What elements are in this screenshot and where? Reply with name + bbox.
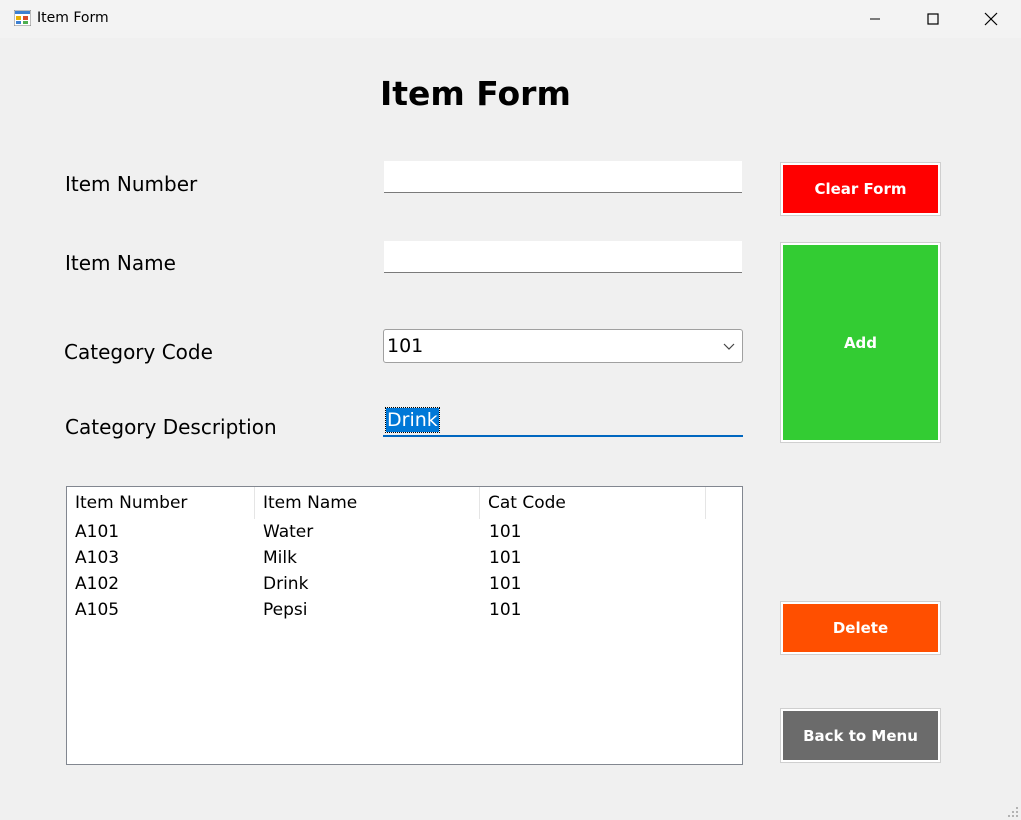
maximize-button[interactable] xyxy=(904,0,962,38)
page-title: Item Form xyxy=(380,74,571,113)
table-row[interactable]: A105 Pepsi 101 xyxy=(67,597,742,623)
cell-cat-code: 101 xyxy=(489,548,522,568)
table-row[interactable]: A103 Milk 101 xyxy=(67,545,742,571)
cell-cat-code: 101 xyxy=(489,574,522,594)
window-title: Item Form xyxy=(37,10,109,26)
cell-item-name: Pepsi xyxy=(263,600,308,620)
item-name-label: Item Name xyxy=(65,251,176,275)
clear-form-button[interactable]: Clear Form xyxy=(780,162,941,216)
cell-cat-code: 101 xyxy=(489,522,522,542)
minimize-button[interactable] xyxy=(846,0,904,38)
add-button[interactable]: Add xyxy=(780,242,941,443)
column-header-cat-code[interactable]: Cat Code xyxy=(480,487,706,519)
items-list-view[interactable]: Item Number Item Name Cat Code A101 Wate… xyxy=(66,486,743,765)
item-name-field[interactable] xyxy=(384,241,742,273)
cell-cat-code: 101 xyxy=(489,600,522,620)
cell-item-number: A101 xyxy=(75,522,120,542)
close-button[interactable] xyxy=(962,0,1020,38)
category-code-select[interactable]: 101 xyxy=(383,329,743,363)
delete-button[interactable]: Delete xyxy=(780,601,941,655)
chevron-down-icon xyxy=(723,343,735,350)
title-bar[interactable]: Item Form xyxy=(0,0,1021,38)
category-code-value: 101 xyxy=(387,335,424,357)
cell-item-number: A105 xyxy=(75,600,120,620)
item-form-window: Item Form Item Form Item Number Item Nam… xyxy=(0,0,1021,820)
category-description-field[interactable]: Drink xyxy=(383,405,743,437)
close-icon xyxy=(984,12,998,26)
table-row[interactable]: A102 Drink 101 xyxy=(67,571,742,597)
table-row[interactable]: A101 Water 101 xyxy=(67,519,742,545)
item-number-field[interactable] xyxy=(384,161,742,193)
category-description-label: Category Description xyxy=(65,415,277,439)
maximize-icon xyxy=(927,13,939,25)
item-number-label: Item Number xyxy=(65,172,198,196)
cell-item-name: Water xyxy=(263,522,314,542)
category-code-label: Category Code xyxy=(64,340,213,364)
cell-item-number: A103 xyxy=(75,548,120,568)
cell-item-number: A102 xyxy=(75,574,120,594)
column-header-item-number[interactable]: Item Number xyxy=(67,487,255,519)
back-to-menu-button[interactable]: Back to Menu xyxy=(780,708,941,763)
list-header: Item Number Item Name Cat Code xyxy=(67,487,742,519)
cell-item-name: Drink xyxy=(263,574,309,594)
minimize-icon xyxy=(870,18,880,20)
category-description-value: Drink xyxy=(385,407,440,433)
cell-item-name: Milk xyxy=(263,548,297,568)
column-header-item-name[interactable]: Item Name xyxy=(255,487,480,519)
resize-grip-icon[interactable] xyxy=(1007,806,1019,818)
app-icon xyxy=(14,10,31,26)
